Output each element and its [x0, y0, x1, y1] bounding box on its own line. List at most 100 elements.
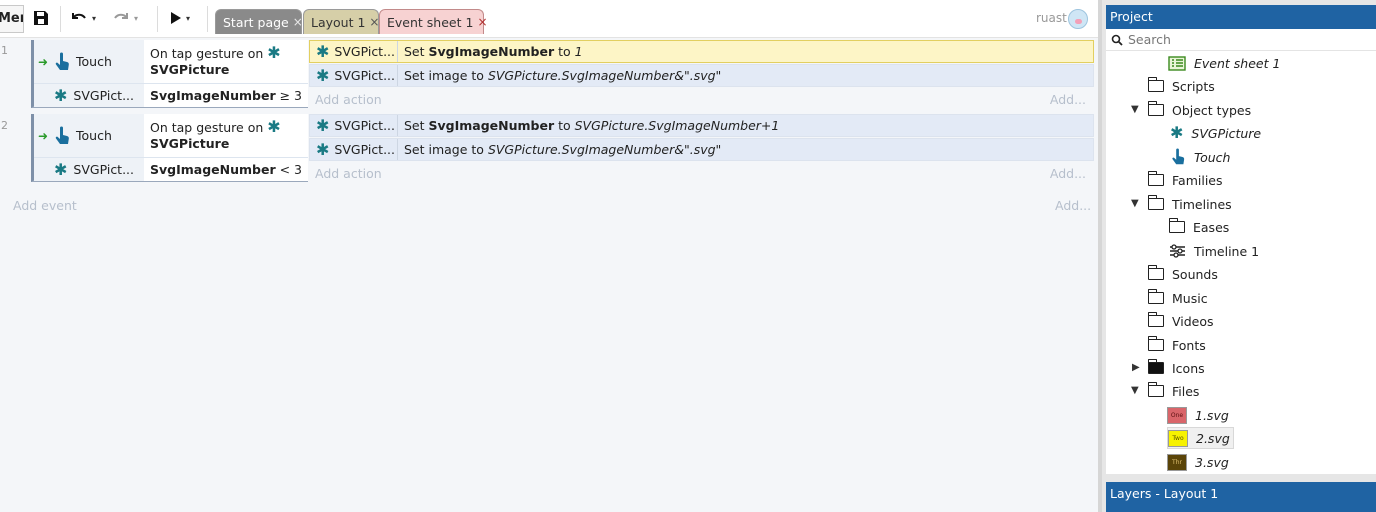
action-object[interactable]: ✱ SVGPict...: [310, 139, 398, 160]
close-icon[interactable]: ×: [293, 10, 303, 35]
touch-icon: [55, 126, 69, 144]
search-field[interactable]: Search: [1106, 29, 1376, 51]
condition-row[interactable]: ➜ Touch On tap gesture on ✱ SVGPicture: [34, 114, 308, 157]
event-number: 1: [1, 44, 8, 57]
tab-event-sheet-1[interactable]: Event sheet 1 ×: [379, 9, 488, 35]
tree-item-families[interactable]: Families: [1147, 169, 1223, 191]
add-action-link[interactable]: Add action Add...: [309, 88, 1094, 110]
menu-button[interactable]: Menu: [0, 5, 24, 33]
close-icon[interactable]: ×: [477, 10, 487, 35]
trigger-arrow-icon: ➜: [38, 54, 49, 69]
add-event-link[interactable]: Add event: [13, 198, 77, 213]
tab-layout-1[interactable]: Layout 1 ×: [303, 9, 379, 34]
collapse-arrow-icon[interactable]: ▼: [1131, 198, 1139, 209]
condition-text-pre: On tap gesture on: [150, 120, 264, 135]
action-object[interactable]: ✱ SVGPict...: [310, 65, 398, 86]
conditions-column[interactable]: ➜ Touch On tap gesture on ✱ SVGPicture ✱…: [31, 40, 308, 108]
collapse-arrow-icon[interactable]: ▼: [1131, 385, 1139, 396]
action-text[interactable]: Set image to SVGPicture.SvgImageNumber&"…: [398, 68, 721, 83]
sprite-star-icon: ✱: [316, 41, 330, 61]
tree-item-file-3[interactable]: Thr 3.svg: [1167, 451, 1229, 473]
add-action-right[interactable]: Add...: [1050, 166, 1086, 181]
folder-icon: [1147, 336, 1164, 351]
condition-text[interactable]: On tap gesture on ✱ SVGPicture: [146, 114, 308, 157]
action-text[interactable]: Set SvgImageNumber to SVGPicture.SvgImag…: [398, 118, 779, 133]
avatar[interactable]: [1068, 9, 1088, 29]
tree-item-music[interactable]: Music: [1147, 287, 1208, 309]
action-value: SVGPicture.SvgImageNumber&".svg": [487, 68, 722, 83]
tree-item-scripts[interactable]: Scripts: [1147, 75, 1215, 97]
tree-item-file-2[interactable]: Two 2.svg: [1167, 427, 1234, 449]
undo-icon[interactable]: ▾: [70, 8, 96, 28]
folder-icon: [1147, 171, 1164, 186]
tree-item-event-sheet[interactable]: Event sheet 1: [1168, 52, 1280, 74]
redo-icon[interactable]: ▾: [112, 8, 138, 28]
action-row[interactable]: ✱ SVGPict... Set image to SVGPicture.Svg…: [309, 138, 1094, 161]
tree-item-touch[interactable]: Touch: [1170, 146, 1230, 168]
condition-row[interactable]: ✱ SVGPict... SvgImageNumber ≥ 3: [34, 84, 308, 107]
tree-item-sounds[interactable]: Sounds: [1147, 263, 1218, 285]
tree-item-object-types[interactable]: Object types: [1147, 99, 1252, 121]
condition-object[interactable]: ✱ SVGPict...: [34, 158, 144, 181]
condition-text[interactable]: SvgImageNumber < 3: [146, 158, 308, 181]
action-object[interactable]: ✱ SVGPict...: [310, 115, 398, 136]
condition-object[interactable]: ✱ SVGPict...: [34, 84, 144, 107]
action-text[interactable]: Set image to SVGPicture.SvgImageNumber&"…: [398, 142, 721, 157]
tree-item-label: Timeline 1: [1194, 243, 1260, 259]
condition-text-object: SVGPicture: [150, 136, 230, 151]
redo-dropdown-caret[interactable]: ▾: [134, 14, 138, 23]
layers-panel-title[interactable]: Layers - Layout 1: [1106, 482, 1376, 512]
tree-item-eases[interactable]: Eases: [1168, 216, 1229, 238]
action-object[interactable]: ✱ SVGPict...: [310, 41, 398, 62]
action-text[interactable]: Set SvgImageNumber to 1: [398, 44, 583, 59]
add-action-link[interactable]: Add action Add...: [309, 162, 1094, 184]
tree-item-files[interactable]: Files: [1147, 380, 1199, 402]
tree-item-icons[interactable]: Icons: [1147, 357, 1205, 379]
event-block[interactable]: ➜ Touch On tap gesture on ✱ SVGPicture ✱…: [31, 40, 1095, 110]
undo-dropdown-caret[interactable]: ▾: [92, 14, 96, 23]
condition-object[interactable]: ➜ Touch: [34, 114, 144, 157]
folder-icon: [1147, 312, 1164, 327]
tree-item-label: Object types: [1172, 102, 1252, 118]
action-variable: SvgImageNumber: [428, 44, 555, 59]
close-icon[interactable]: ×: [369, 10, 379, 35]
action-row[interactable]: ✱ SVGPict... Set SvgImageNumber to SVGPi…: [309, 114, 1094, 137]
action-object-name: SVGPict...: [334, 142, 396, 157]
tab-label: Layout 1: [311, 14, 366, 30]
sprite-star-icon: ✱: [316, 65, 330, 85]
add-event-right-link[interactable]: Add...: [1055, 198, 1091, 213]
save-icon[interactable]: [32, 8, 50, 28]
project-panel: Project Search Event sheet 1 Scripts ▼ O…: [1098, 0, 1376, 512]
tree-item-label: Touch: [1194, 149, 1231, 165]
conditions-column[interactable]: ➜ Touch On tap gesture on ✱ SVGPicture ✱…: [31, 114, 308, 182]
expand-arrow-icon[interactable]: ▶: [1132, 362, 1140, 373]
play-icon[interactable]: ▾: [170, 8, 190, 28]
action-row[interactable]: ✱ SVGPict... Set SvgImageNumber to 1: [309, 40, 1094, 63]
tree-item-timelines[interactable]: Timelines: [1147, 193, 1232, 215]
collapse-arrow-icon[interactable]: ▼: [1131, 104, 1139, 115]
timeline-icon: [1170, 244, 1185, 258]
tree-item-label: Event sheet 1: [1194, 55, 1281, 71]
tab-start-page[interactable]: Start page ×: [215, 9, 303, 35]
condition-object[interactable]: ➜ Touch: [34, 40, 144, 83]
tree-item-file-1[interactable]: One 1.svg: [1167, 404, 1229, 426]
tree-item-fonts[interactable]: Fonts: [1147, 334, 1206, 356]
action-object-name: SVGPict...: [334, 44, 396, 59]
sprite-star-icon: ✱: [1170, 123, 1184, 142]
condition-row[interactable]: ➜ Touch On tap gesture on ✱ SVGPicture: [34, 40, 308, 83]
play-dropdown-caret[interactable]: ▾: [186, 14, 190, 23]
username[interactable]: ruast: [1036, 11, 1067, 25]
add-action-right[interactable]: Add...: [1050, 92, 1086, 107]
search-placeholder: Search: [1128, 32, 1171, 47]
event-block[interactable]: ➜ Touch On tap gesture on ✱ SVGPicture ✱…: [31, 114, 1095, 184]
sprite-star-icon: ✱: [316, 115, 330, 135]
action-row[interactable]: ✱ SVGPict... Set image to SVGPicture.Svg…: [309, 64, 1094, 87]
tree-item-svgpicture[interactable]: ✱ SVGPicture: [1170, 122, 1261, 144]
condition-text[interactable]: On tap gesture on ✱ SVGPicture: [146, 40, 308, 83]
action-value: SVGPicture.SvgImageNumber+1: [574, 118, 780, 133]
condition-row[interactable]: ✱ SVGPict... SvgImageNumber < 3: [34, 158, 308, 181]
tree-item-videos[interactable]: Videos: [1147, 310, 1214, 332]
condition-text[interactable]: SvgImageNumber ≥ 3: [146, 84, 308, 107]
tree-item-label: Timelines: [1172, 196, 1232, 212]
tree-item-timeline-1[interactable]: Timeline 1: [1169, 240, 1259, 262]
